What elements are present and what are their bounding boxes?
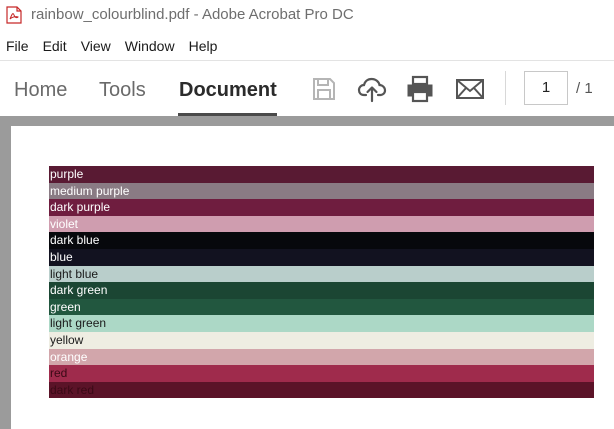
swatch-row: light blue: [49, 265, 594, 283]
cloud-upload-icon: [357, 77, 387, 103]
toolbar-divider: [505, 71, 506, 105]
menu-file[interactable]: File: [1, 38, 34, 54]
swatch-row: medium purple: [49, 182, 594, 200]
menu-bar: File Edit View Window Help: [0, 34, 614, 58]
menu-window[interactable]: Window: [120, 38, 180, 54]
envelope-icon: [456, 79, 484, 99]
print-button[interactable]: [405, 74, 435, 104]
title-bar: rainbow_colourblind.pdf - Adobe Acrobat …: [0, 0, 614, 32]
swatch-row: red: [49, 365, 594, 382]
page-number-input[interactable]: 1: [524, 71, 568, 105]
swatch-row: dark purple: [49, 199, 594, 216]
email-button[interactable]: [455, 74, 485, 104]
menu-edit[interactable]: Edit: [38, 38, 72, 54]
save-icon: [313, 78, 335, 100]
swatch-row: dark green: [49, 282, 594, 299]
document-viewer[interactable]: purple medium purple dark purple violet dark…: [0, 116, 614, 429]
swatch-row: green: [49, 298, 594, 316]
swatch-row: light green: [49, 315, 594, 332]
tab-tools[interactable]: Tools: [99, 79, 146, 102]
menu-view[interactable]: View: [76, 38, 116, 54]
pdf-page: purple medium purple dark purple violet dark…: [11, 126, 614, 429]
pdf-file-icon: [6, 6, 22, 24]
color-swatch-table: purple medium purple dark purple violet dark…: [49, 166, 594, 399]
tab-home[interactable]: Home: [14, 79, 67, 102]
upload-to-cloud-button[interactable]: [357, 74, 387, 104]
swatch-row: orange: [49, 348, 594, 366]
swatch-row: blue: [49, 248, 594, 266]
page-total: / 1: [576, 80, 593, 97]
window-title: rainbow_colourblind.pdf - Adobe Acrobat …: [31, 6, 354, 23]
printer-icon: [407, 75, 433, 103]
save-button[interactable]: [309, 74, 339, 104]
menu-help[interactable]: Help: [184, 38, 223, 54]
swatch-row: dark red: [49, 381, 594, 399]
swatch-row: yellow: [49, 331, 594, 349]
swatch-row: dark blue: [49, 232, 594, 249]
toolbar: Home Tools Document 1 / 1: [0, 60, 614, 116]
tab-document[interactable]: Document: [179, 79, 277, 102]
swatch-row: purple: [49, 166, 594, 183]
swatch-row: violet: [49, 215, 594, 233]
